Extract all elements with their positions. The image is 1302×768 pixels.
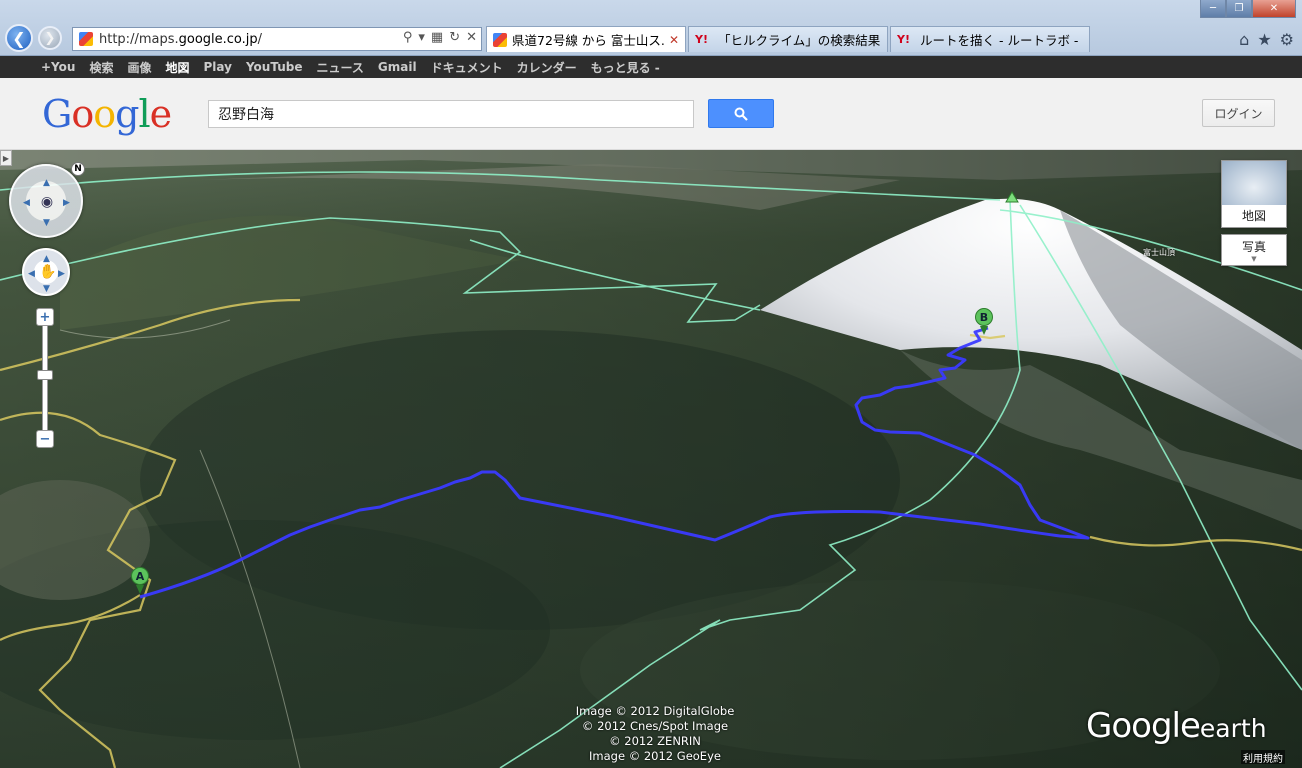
terms-link[interactable]: 利用規約 <box>1241 750 1285 765</box>
zoom-thumb[interactable] <box>37 370 53 380</box>
google-logo[interactable]: Google <box>42 92 172 136</box>
address-protocol: http://maps. <box>99 31 179 47</box>
copyright-line: © 2012 ZENRIN <box>609 734 701 748</box>
copyright-line: © 2012 Cnes/Spot Image <box>581 719 729 733</box>
terrain-imagery <box>0 150 1302 768</box>
marker-a-label: A <box>131 567 149 585</box>
gbar-item-maps[interactable]: 地図 <box>165 59 189 76</box>
arrow-up-icon[interactable]: ▲ <box>43 178 50 188</box>
logo-letter: l <box>138 92 150 136</box>
gbar-item-calendar[interactable]: カレンダー <box>517 59 577 76</box>
close-tab-icon[interactable]: ✕ <box>669 33 679 47</box>
yahoo-favicon-icon: Y! <box>897 32 910 46</box>
address-path: / <box>257 31 263 47</box>
address-bar-icons: ⚲ ▾ ▦ ↻ ✕ <box>403 30 477 45</box>
brand-earth: earth <box>1199 714 1267 743</box>
search-button[interactable] <box>708 99 774 128</box>
address-host: google.co.jp <box>178 31 258 47</box>
logo-letter: o <box>93 92 116 136</box>
maximize-icon[interactable]: ❐ <box>1226 0 1252 18</box>
tools-gear-icon[interactable]: ⚙ <box>1280 30 1294 49</box>
arrow-down-icon[interactable]: ▼ <box>43 218 50 228</box>
logo-letter: e <box>149 92 172 136</box>
minimize-icon[interactable]: ─ <box>1200 0 1226 18</box>
gbar-item-gmail[interactable]: Gmail <box>378 60 417 74</box>
tab-hillclimb-search[interactable]: Y! 「ヒルクライム」の検索結果 ... <box>688 26 888 52</box>
maps-header: Google ログイン <box>0 78 1302 150</box>
tab-label: 「ヒルクライム」の検索結果 ... <box>718 33 881 48</box>
tab-strip: 県道72号線 から 富士山ス... ✕ Y! 「ヒルクライム」の検索結果 ...… <box>486 26 1092 52</box>
arrow-down-icon[interactable]: ▼ <box>43 284 50 294</box>
window-controls: ─ ❐ ✕ <box>1200 0 1296 18</box>
yahoo-favicon-icon: Y! <box>695 32 708 46</box>
arrow-left-icon[interactable]: ◀ <box>28 269 35 279</box>
gbar-item-search[interactable]: 検索 <box>89 59 113 76</box>
arrow-right-icon[interactable]: ▶ <box>58 269 65 279</box>
marker-a[interactable]: A <box>131 567 149 594</box>
marker-tail <box>136 585 144 594</box>
gbar-item-youtube[interactable]: YouTube <box>246 60 303 74</box>
gbar-item-play[interactable]: Play <box>203 60 231 74</box>
tab-route[interactable]: 県道72号線 から 富士山ス... ✕ <box>486 26 686 52</box>
browser-toolbar-icons: ⌂ ★ ⚙ <box>1239 30 1294 49</box>
map-type-button[interactable]: 地図 <box>1221 160 1287 228</box>
imagery-copyright: Image © 2012 DigitalGlobe © 2012 Cnes/Sp… <box>570 704 740 764</box>
earth-map-view[interactable]: ▶ N ◉ ▲ ▼ ◀ ▶ ✋ ▲ ▼ ◀ ▶ + − 地図 写真 ▼ 富士山頂… <box>0 150 1302 768</box>
marker-b-label: B <box>975 308 993 326</box>
copyright-line: Image © 2012 GeoEye <box>589 749 721 763</box>
pan-control[interactable]: ✋ ▲ ▼ ◀ ▶ <box>22 248 70 296</box>
zoom-slider[interactable]: + − <box>36 308 54 448</box>
hand-icon: ✋ <box>39 264 57 280</box>
search-icon[interactable]: ⚲ <box>403 30 413 45</box>
arrow-left-icon[interactable]: ◀ <box>23 198 30 208</box>
tab-label: 県道72号線 から 富士山ス... <box>512 33 665 48</box>
browser-chrome: ─ ❐ ✕ ❮ ❯ http://maps. google.co.jp / ⚲ ▾ … <box>0 0 1302 56</box>
marker-b[interactable]: B <box>975 308 993 335</box>
logo-letter: o <box>71 92 94 136</box>
login-button[interactable]: ログイン <box>1202 99 1275 127</box>
close-window-icon[interactable]: ✕ <box>1252 0 1296 18</box>
zoom-out-button[interactable]: − <box>36 430 54 448</box>
photo-label: 写真 <box>1241 240 1266 254</box>
address-bar[interactable]: http://maps. google.co.jp / ⚲ ▾ ▦ ↻ ✕ <box>72 27 482 51</box>
map-thumbnail <box>1222 161 1286 205</box>
gbar-item-more[interactable]: もっと見る - <box>591 59 660 76</box>
forward-button[interactable]: ❯ <box>38 26 62 50</box>
arrow-right-icon[interactable]: ▶ <box>63 198 70 208</box>
compatibility-icon[interactable]: ▦ <box>431 30 443 45</box>
google-maps-favicon-icon <box>79 32 93 46</box>
logo-letter: G <box>42 92 72 136</box>
eye-icon: ◉ <box>40 194 54 210</box>
marker-tail <box>980 326 988 335</box>
gbar-item-news[interactable]: ニュース <box>316 59 363 76</box>
search-input[interactable] <box>208 100 694 128</box>
google-bar: +You 検索 画像 地図 Play YouTube ニュース Gmail ドキ… <box>0 56 1302 78</box>
logo-letter: g <box>115 92 139 136</box>
back-button[interactable]: ❮ <box>5 24 33 52</box>
zoom-in-button[interactable]: + <box>36 308 54 326</box>
search-icon <box>734 107 748 121</box>
home-icon[interactable]: ⌂ <box>1239 30 1249 49</box>
stop-icon[interactable]: ✕ <box>466 30 477 45</box>
chevron-down-icon: ▼ <box>1251 255 1257 263</box>
map-type-label: 地図 <box>1241 209 1266 223</box>
arrow-up-icon[interactable]: ▲ <box>43 254 50 264</box>
brand-google: Google <box>1086 706 1201 746</box>
dropdown-icon[interactable]: ▾ <box>418 30 425 45</box>
google-earth-logo: Googleearth <box>1086 706 1267 746</box>
peak-label: 富士山頂 <box>1143 248 1175 257</box>
gbar-item-images[interactable]: 画像 <box>127 59 151 76</box>
gbar-item-you[interactable]: +You <box>41 60 75 74</box>
gbar-item-docs[interactable]: ドキュメント <box>431 59 503 76</box>
copyright-line: Image © 2012 DigitalGlobe <box>575 704 735 718</box>
google-maps-favicon-icon <box>493 32 507 47</box>
look-around-control[interactable]: N ◉ ▲ ▼ ◀ ▶ <box>9 162 85 238</box>
tab-routelab[interactable]: Y! ルートを描く - ルートラボ - ... <box>890 26 1090 52</box>
side-panel-toggle[interactable]: ▶ <box>0 150 12 166</box>
compass-north[interactable]: N <box>71 162 85 176</box>
photo-layer-button[interactable]: 写真 ▼ <box>1221 234 1287 266</box>
tab-label: ルートを描く - ルートラボ - ... <box>920 33 1083 48</box>
refresh-icon[interactable]: ↻ <box>449 30 460 45</box>
favorites-star-icon[interactable]: ★ <box>1257 30 1271 49</box>
